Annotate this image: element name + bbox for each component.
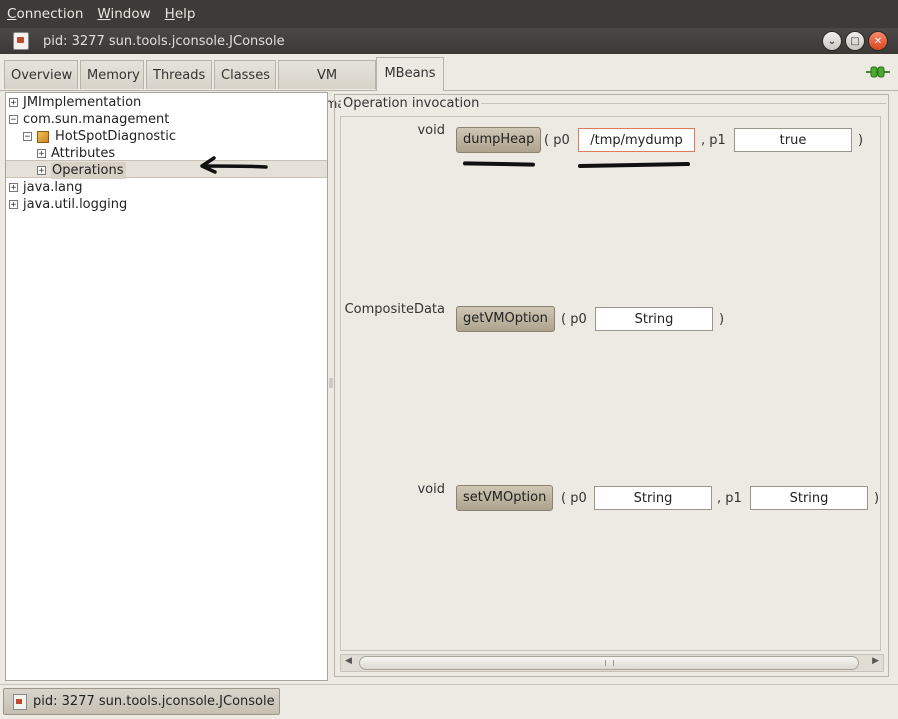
tree-node-operations[interactable]: + Operations <box>37 162 127 179</box>
expand-icon[interactable]: + <box>9 200 18 210</box>
operation-invocation-panel: Operation invocation void dumpHeap ( p0 … <box>334 94 889 677</box>
tree-node-jmimplementation[interactable]: + JMImplementation <box>9 94 141 111</box>
menu-bar: Connection Window Help <box>0 0 898 28</box>
setvmoption-p1-input[interactable] <box>750 486 868 510</box>
window-titlebar[interactable]: pid: 3277 sun.tools.jconsole.JConsole ⌄ … <box>0 28 898 54</box>
tab-classes[interactable]: Classes <box>214 60 276 89</box>
tree-node-com-sun-management[interactable]: − com.sun.management <box>9 111 169 128</box>
arrow-annotation-icon <box>200 156 268 174</box>
tab-mbeans[interactable]: MBeans <box>376 57 444 91</box>
expand-icon[interactable]: + <box>37 166 46 176</box>
horizontal-scrollbar[interactable]: ◀ ▶ <box>340 654 884 672</box>
scroll-left-icon[interactable]: ◀ <box>345 656 352 666</box>
operations-scroll-area <box>340 116 881 651</box>
collapse-icon[interactable]: − <box>23 132 32 142</box>
java-app-icon <box>13 693 27 710</box>
menu-help[interactable]: Help <box>158 0 203 28</box>
setvmoption-button[interactable]: setVMOption <box>456 485 554 511</box>
tree-node-java-util-logging[interactable]: + java.util.logging <box>9 196 127 213</box>
tab-memory[interactable]: Memory <box>80 60 144 89</box>
expand-icon[interactable]: + <box>9 98 18 108</box>
tab-strip: Overview Memory Threads Classes VM Summa… <box>0 56 898 112</box>
tab-threads[interactable]: Threads <box>146 60 212 89</box>
scroll-right-icon[interactable]: ▶ <box>872 656 879 666</box>
expand-icon[interactable]: + <box>37 149 46 159</box>
dumpheap-p1-input[interactable] <box>734 128 852 152</box>
dumpheap-p0-input[interactable] <box>578 128 695 152</box>
group-title: Operation invocation <box>341 96 482 111</box>
maximize-button[interactable]: □ <box>845 31 865 51</box>
window-controls: ⌄ □ ✕ <box>822 31 888 51</box>
window-title: pid: 3277 sun.tools.jconsole.JConsole <box>43 33 285 49</box>
return-type: void <box>417 123 445 138</box>
dumpheap-button[interactable]: dumpHeap <box>456 127 542 153</box>
getvmoption-p0-input[interactable] <box>595 307 713 331</box>
getvmoption-button[interactable]: getVMOption <box>456 306 555 332</box>
tab-overview[interactable]: Overview <box>4 60 78 89</box>
internal-frame-button[interactable]: pid: 3277 sun.tools.jconsole.JConsole <box>3 688 280 715</box>
minimize-button[interactable]: ⌄ <box>822 31 842 51</box>
close-button[interactable]: ✕ <box>868 31 888 51</box>
expand-icon[interactable]: + <box>9 183 18 193</box>
internal-frame-bar: pid: 3277 sun.tools.jconsole.JConsole <box>0 684 898 719</box>
tree-node-attributes[interactable]: + Attributes <box>37 145 115 162</box>
return-type: CompositeData <box>344 302 445 317</box>
mbean-tree[interactable]: + JMImplementation − com.sun.management … <box>5 92 328 681</box>
collapse-icon[interactable]: − <box>9 115 18 125</box>
setvmoption-p0-input[interactable] <box>594 486 712 510</box>
tree-node-java-lang[interactable]: + java.lang <box>9 179 82 196</box>
return-type: void <box>417 482 445 497</box>
connection-status-icon[interactable] <box>866 66 890 78</box>
menu-window[interactable]: Window <box>90 0 157 28</box>
tree-node-hotspotdiagnostic[interactable]: − HotSpotDiagnostic <box>23 128 176 145</box>
java-app-icon <box>13 32 29 50</box>
mbean-icon <box>37 130 49 143</box>
scrollbar-thumb[interactable] <box>359 656 859 670</box>
tab-vm-summary[interactable]: VM Summary <box>278 60 376 112</box>
menu-connection[interactable]: Connection <box>0 0 90 28</box>
